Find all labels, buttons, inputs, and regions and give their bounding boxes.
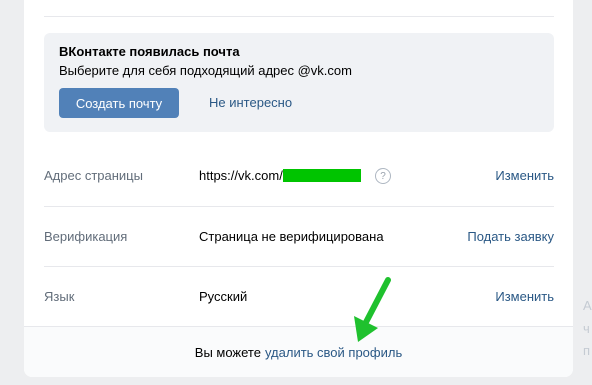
question-icon[interactable]: ? (375, 168, 391, 184)
settings-card: ВКонтакте появилась почта Выберите для с… (24, 0, 573, 377)
banner-title: ВКонтакте появилась почта (59, 44, 240, 59)
row-value: Русский (199, 289, 248, 304)
footer-text: Вы можете (194, 345, 261, 360)
change-language-link[interactable]: Изменить (495, 289, 554, 304)
create-mail-button[interactable]: Создать почту (59, 88, 179, 118)
row-label: Адрес страницы (44, 168, 143, 183)
row-value: Страница не верифицирована (199, 229, 384, 244)
side-text-fragment: А (583, 298, 592, 313)
delete-profile-link[interactable]: удалить свой профиль (265, 345, 402, 360)
delete-profile-footer: Вы можете удалить свой профиль (24, 326, 573, 377)
settings-row-verification: Верификация Страница не верифицирована П… (44, 206, 554, 266)
arrow-annotation-icon (354, 277, 391, 342)
side-text-fragment: ч (583, 321, 590, 336)
redacted-block (282, 169, 361, 182)
row-value: https://vk.com/ (199, 168, 361, 183)
divider (44, 16, 554, 17)
not-interested-button[interactable]: Не интересно (209, 95, 292, 110)
page-address-value: https://vk.com/ (199, 168, 283, 183)
change-address-link[interactable]: Изменить (495, 168, 554, 183)
settings-row-language: Язык Русский Изменить (44, 266, 554, 326)
banner-text: Выберите для себя подходящий адрес @vk.c… (59, 63, 352, 78)
mail-promo-banner: ВКонтакте появилась почта Выберите для с… (44, 33, 554, 132)
settings-row-page-address: Адрес страницы https://vk.com/ Изменить (44, 145, 554, 205)
side-text-fragment: п (583, 343, 591, 358)
row-label: Верификация (44, 229, 128, 244)
row-label: Язык (44, 289, 75, 304)
submit-request-link[interactable]: Подать заявку (467, 229, 554, 244)
